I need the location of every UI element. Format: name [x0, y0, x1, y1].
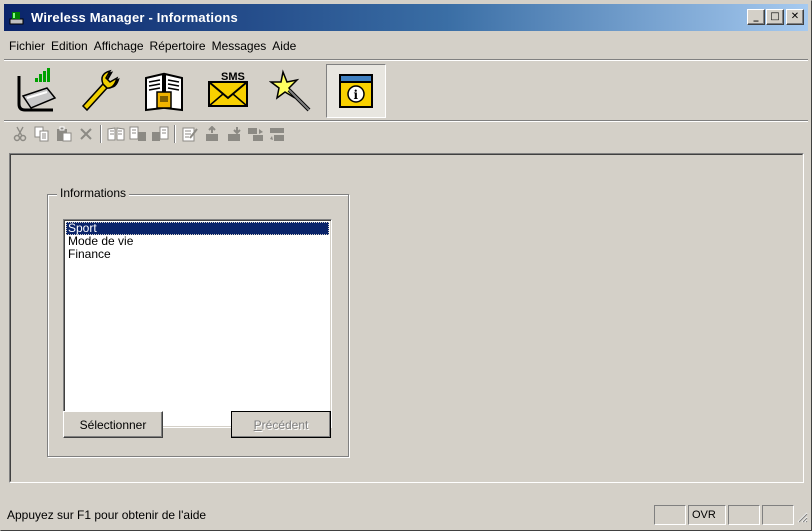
- groupbox-title: Informations: [57, 186, 130, 200]
- previous-button-label: Précédent: [253, 417, 309, 432]
- status-help-text: Appuyez sur F1 pour obtenir de l'aide: [7, 508, 207, 522]
- toolbar-divider: [174, 125, 176, 143]
- wrench-icon: [81, 69, 120, 112]
- copy-to-phone-icon: [129, 126, 146, 141]
- cut-button[interactable]: [9, 124, 31, 144]
- previous-button[interactable]: Précédent: [231, 411, 331, 438]
- sms-envelope-icon: SMS: [208, 71, 248, 107]
- title-bar[interactable]: Wireless Manager - Informations _ □ ✕: [4, 4, 808, 31]
- menu-bar: Fichier Edition Affichage Répertoire Mes…: [6, 36, 299, 56]
- resize-gripper[interactable]: [794, 505, 808, 525]
- list-item-finance[interactable]: Finance: [66, 248, 329, 261]
- copy-to-phone-button[interactable]: [127, 124, 149, 144]
- close-icon: ✕: [790, 11, 800, 22]
- resize-grip-icon: [797, 512, 808, 523]
- menu-separator: [4, 59, 808, 61]
- upload-icon: [206, 126, 218, 141]
- close-button[interactable]: ✕: [786, 9, 804, 25]
- status-bar: Appuyez sur F1 pour obtenir de l'aide OV…: [4, 504, 808, 526]
- info-icon: i: [339, 74, 373, 108]
- delete-icon: [80, 128, 92, 140]
- send-icon: [248, 128, 263, 141]
- informations-button[interactable]: i: [326, 64, 386, 118]
- menu-aide[interactable]: Aide: [269, 39, 299, 53]
- window-title: Wireless Manager - Informations: [31, 10, 238, 25]
- svg-text:SMS: SMS: [221, 71, 245, 83]
- copy-from-phone-icon: [152, 126, 169, 141]
- paste-button[interactable]: [53, 124, 75, 144]
- informations-listbox[interactable]: Sport Mode de vie Finance: [63, 219, 332, 428]
- connection-button[interactable]: [6, 64, 66, 118]
- svg-text:i: i: [354, 88, 359, 102]
- edit-button[interactable]: [179, 124, 201, 144]
- select-button[interactable]: Sélectionner: [63, 411, 163, 438]
- menu-fichier[interactable]: Fichier: [6, 39, 48, 53]
- open-book-button[interactable]: [105, 124, 127, 144]
- paste-icon: [57, 126, 72, 142]
- download-icon: [228, 127, 241, 141]
- phone-connection-icon: [17, 68, 57, 112]
- settings-button[interactable]: [70, 64, 130, 118]
- status-pane-3: [728, 505, 760, 525]
- phonebook-button[interactable]: [134, 64, 194, 118]
- delete-button[interactable]: [75, 124, 97, 144]
- maximize-button[interactable]: □: [766, 9, 784, 25]
- edit-toolbar: [9, 123, 289, 145]
- app-icon[interactable]: [9, 10, 25, 26]
- toolbar-divider: [100, 125, 102, 143]
- maximize-icon: □: [770, 11, 780, 22]
- menu-edition[interactable]: Edition: [48, 39, 91, 53]
- edit-icon: [182, 127, 198, 142]
- menu-messages[interactable]: Messages: [209, 39, 270, 53]
- minimize-button[interactable]: _: [747, 9, 765, 25]
- menu-repertoire[interactable]: Répertoire: [147, 39, 209, 53]
- send-button[interactable]: [245, 124, 267, 144]
- receive-button[interactable]: [267, 124, 289, 144]
- status-pane-ovr: OVR: [688, 505, 726, 525]
- minimize-icon: _: [753, 11, 759, 22]
- copy-from-phone-button[interactable]: [149, 124, 171, 144]
- sms-button[interactable]: SMS: [198, 64, 258, 118]
- status-pane-1: [654, 505, 686, 525]
- wizard-button[interactable]: [262, 64, 322, 118]
- select-button-label: Sélectionner: [79, 417, 147, 432]
- open-book-icon: [107, 127, 125, 141]
- copy-button[interactable]: [31, 124, 53, 144]
- download-button[interactable]: [223, 124, 245, 144]
- main-toolbar: SMS i: [6, 63, 390, 119]
- menu-affichage[interactable]: Affichage: [91, 39, 147, 53]
- toolbar-separator: [4, 120, 808, 122]
- phonebook-icon: [145, 72, 183, 112]
- status-pane-4: [762, 505, 794, 525]
- cut-icon: [13, 126, 27, 142]
- magic-wand-icon: [269, 69, 311, 112]
- upload-button[interactable]: [201, 124, 223, 144]
- receive-icon: [270, 128, 284, 141]
- app-window: Wireless Manager - Informations _ □ ✕ Fi…: [0, 0, 812, 531]
- copy-icon: [34, 126, 49, 142]
